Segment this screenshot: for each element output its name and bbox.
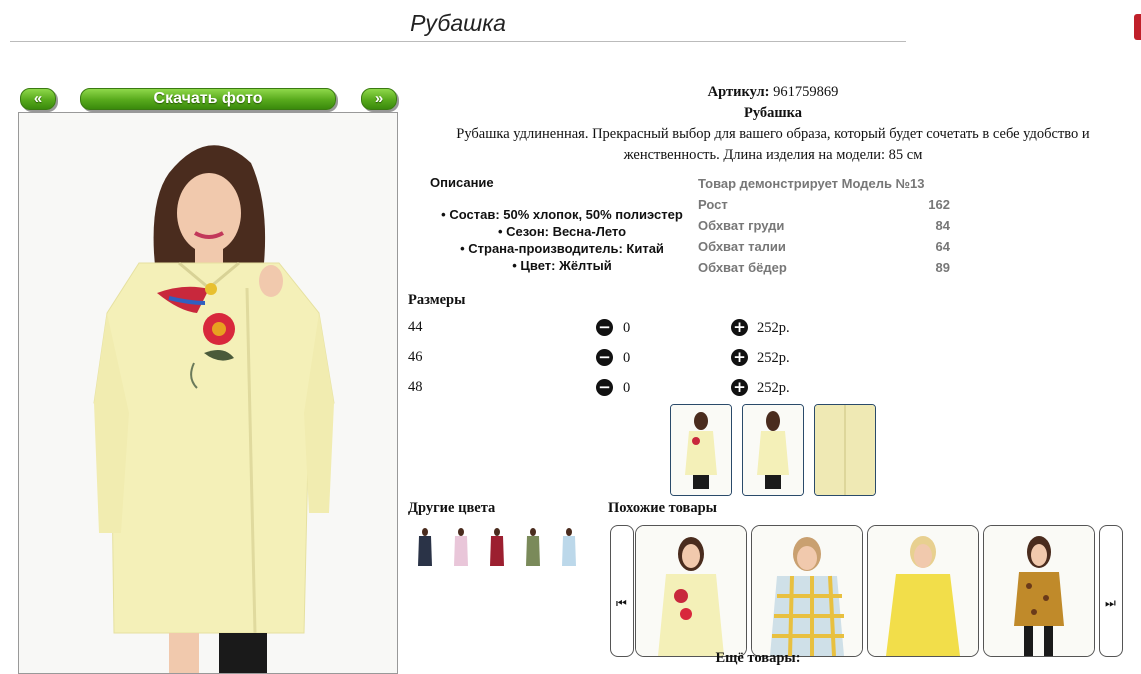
corner-tab[interactable] — [1134, 14, 1141, 40]
size-qty: 0 — [623, 320, 631, 336]
more-products-label: Ещё товары: — [715, 650, 801, 666]
variant-dark-blue — [412, 526, 438, 572]
size-qty: 0 — [623, 350, 631, 366]
similar-product-card[interactable] — [983, 525, 1095, 657]
article-label: Артикул: — [707, 84, 770, 100]
size-price: 252р. — [757, 320, 790, 336]
size-label: 48 — [408, 379, 423, 395]
next-photo-button[interactable]: » — [361, 88, 397, 110]
size-label: 46 — [408, 349, 423, 365]
model-row: Обхват талии 64 — [698, 236, 950, 257]
similar-heading: Похожие товары — [608, 500, 717, 516]
skip-back-icon: ⏮ — [616, 596, 627, 610]
similar-product-card[interactable] — [751, 525, 863, 657]
sizes-heading: Размеры — [408, 292, 466, 308]
color-variant-thumb[interactable] — [520, 526, 546, 572]
carousel-prev-button[interactable]: ⏮ — [610, 525, 634, 657]
model-row-label: Рост — [698, 197, 728, 212]
size-qty: 0 — [623, 380, 631, 396]
title-divider — [10, 41, 906, 42]
similar-yellow-shirt — [868, 526, 978, 656]
model-row: Рост 162 — [698, 194, 950, 215]
variant-light-blue — [556, 526, 582, 572]
details-item: Цвет: Жёлтый — [426, 257, 698, 274]
size-row: 46 − 0 + 252р. — [408, 349, 808, 371]
model-row-label: Обхват талии — [698, 239, 786, 254]
thumbnail-back — [743, 405, 803, 495]
other-colors-heading: Другие цвета — [408, 500, 496, 516]
details-heading: Описание — [430, 175, 494, 190]
size-label: 44 — [408, 319, 423, 335]
similar-yellow-embroidered — [636, 526, 746, 656]
similar-plaid-shirt — [752, 526, 862, 656]
download-photo-button[interactable]: Скачать фото — [80, 88, 336, 110]
page-title: Рубашка — [410, 10, 506, 36]
prev-photo-button[interactable]: « — [20, 88, 56, 110]
model-row-label: Обхват груди — [698, 218, 785, 233]
photo-thumbnail[interactable] — [742, 404, 804, 496]
model-measurements: Товар демонстрирует Модель №13 Рост 162 … — [698, 173, 950, 278]
model-row: Обхват бёдер 89 — [698, 257, 950, 278]
thumbnail-front — [671, 405, 731, 495]
article-value: 961759869 — [773, 84, 839, 100]
details-item: Состав: 50% хлопок, 50% полиэстер — [426, 206, 698, 223]
details-item: Сезон: Весна-Лето — [426, 223, 698, 240]
product-description: Рубашка удлиненная. Прекрасный выбор для… — [456, 126, 1090, 163]
similar-product-card[interactable] — [635, 525, 747, 657]
similar-product-card[interactable] — [867, 525, 979, 657]
color-variant-thumb[interactable] — [448, 526, 474, 572]
product-info: Артикул: 961759869 Рубашка Рубашка удлин… — [408, 82, 1138, 166]
size-price: 252р. — [757, 350, 790, 366]
decrease-qty-icon[interactable]: − — [596, 349, 613, 366]
model-row-label: Обхват бёдер — [698, 260, 787, 275]
variant-pink — [448, 526, 474, 572]
photo-thumbnail[interactable] — [670, 404, 732, 496]
model-heading-text: Товар демонстрирует Модель №13 — [698, 176, 925, 191]
color-variant-thumb[interactable] — [556, 526, 582, 572]
model-heading: Товар демонстрирует Модель №13 — [698, 173, 950, 194]
details-item: Страна-производитель: Китай — [426, 240, 698, 257]
thumbnail-fabric — [815, 405, 875, 495]
product-name: Рубашка — [743, 105, 803, 121]
details-list: Состав: 50% хлопок, 50% полиэстер Сезон:… — [426, 206, 698, 274]
model-row: Обхват груди 84 — [698, 215, 950, 236]
decrease-qty-icon[interactable]: − — [596, 319, 613, 336]
color-variant-thumb[interactable] — [412, 526, 438, 572]
carousel-next-button[interactable]: ⏭ — [1099, 525, 1123, 657]
size-row: 48 − 0 + 252р. — [408, 379, 808, 401]
size-price: 252р. — [757, 380, 790, 396]
model-row-value: 162 — [928, 197, 950, 212]
model-photo-illustration — [19, 113, 397, 673]
model-row-value: 84 — [935, 218, 950, 233]
variant-burgundy — [484, 526, 510, 572]
increase-qty-icon[interactable]: + — [731, 349, 748, 366]
similar-floral-shirt — [984, 526, 1094, 656]
variant-olive — [520, 526, 546, 572]
main-product-photo[interactable] — [18, 112, 398, 674]
color-variant-thumb[interactable] — [484, 526, 510, 572]
decrease-qty-icon[interactable]: − — [596, 379, 613, 396]
increase-qty-icon[interactable]: + — [731, 379, 748, 396]
size-row: 44 − 0 + 252р. — [408, 319, 808, 341]
photo-thumbnail[interactable] — [814, 404, 876, 496]
skip-forward-icon: ⏭ — [1105, 596, 1116, 610]
increase-qty-icon[interactable]: + — [731, 319, 748, 336]
model-row-value: 64 — [935, 239, 950, 254]
model-row-value: 89 — [935, 260, 950, 275]
